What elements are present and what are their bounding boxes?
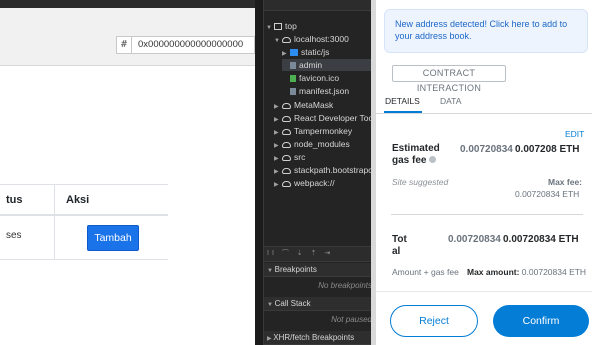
tree-item-stackpath[interactable]: ▶ stackpath.bootstrapc <box>274 164 372 176</box>
tree-item-favicon[interactable]: favicon.ico <box>282 72 339 84</box>
gas-fee-eth: 0.007208 ETH <box>515 144 580 155</box>
tree-item-react-devtools[interactable]: ▶ React Developer Tool <box>274 112 375 124</box>
reject-button[interactable]: Reject <box>390 305 478 337</box>
tree-item-label: MetaMask <box>294 100 334 110</box>
cloud-icon <box>282 129 291 135</box>
file-icon <box>290 62 296 69</box>
site-suggested-text: Site suggested <box>392 177 449 187</box>
tree-item-static-js[interactable]: ▶ static/js <box>282 46 329 58</box>
table-row: ses <box>0 216 168 260</box>
cloud-icon <box>282 142 291 148</box>
app-top-strip <box>0 0 255 8</box>
total-value: 0.00720834 <box>448 234 501 245</box>
column-header-status: tus <box>6 194 23 206</box>
max-fee-label: Max fee: <box>548 177 583 187</box>
cloud-icon <box>282 168 291 174</box>
tab-data[interactable]: DATA <box>440 96 461 106</box>
max-amount-value: 0.00720834 ETH <box>521 267 587 277</box>
file-icon <box>290 88 296 95</box>
total-eth: 0.00720834 ETH <box>503 234 579 245</box>
cloud-icon <box>282 103 291 109</box>
cloud-icon <box>282 155 291 161</box>
breakpoints-empty-text: No breakpoints <box>264 278 386 294</box>
tree-item-label: manifest.json <box>299 86 350 96</box>
info-icon[interactable] <box>429 156 437 163</box>
footer-divider <box>376 291 592 292</box>
tabs-divider <box>376 113 592 114</box>
xhr-breakpoints-section-header[interactable]: ▶ XHR/fetch Breakpoints <box>264 331 386 345</box>
max-amount: Max amount: 0.00720834 ETH <box>467 267 586 277</box>
section-title: Call Stack <box>274 299 311 308</box>
tree-item-localhost[interactable]: ▼ localhost:3000 <box>274 33 349 45</box>
tree-item-label: src <box>294 152 306 162</box>
tree-item-label: React Developer Tool <box>294 113 376 123</box>
table-header: tus Aksi <box>0 184 168 216</box>
tree-item-label: node_modules <box>294 139 350 149</box>
debugger-toolbar[interactable]: II ⌒ ⇣ ⇡ ⇥ <box>264 246 386 262</box>
total-label: Tot al <box>392 234 407 258</box>
gas-label-line1: Estimated <box>392 143 440 154</box>
tree-item-label: localhost:3000 <box>294 34 349 44</box>
folder-icon <box>290 49 298 56</box>
devtools-tab-strip <box>264 0 386 11</box>
frame-icon <box>274 23 282 30</box>
tree-item-src[interactable]: ▶ src <box>274 151 305 163</box>
file-icon <box>290 75 296 82</box>
tree-item-label: stackpath.bootstrapc <box>294 165 373 175</box>
section-title: XHR/fetch Breakpoints <box>273 333 355 342</box>
chevron-right-icon[interactable]: ▶ <box>274 179 282 191</box>
tree-item-node-modules[interactable]: ▶ node_modules <box>274 138 350 150</box>
tree-item-tampermonkey[interactable]: ▶ Tampermonkey <box>274 125 352 137</box>
call-stack-section-header[interactable]: ▼ Call Stack <box>264 297 386 311</box>
hash-prefix: # <box>116 36 132 54</box>
section-divider <box>391 214 583 215</box>
gas-label-line2: gas fee <box>392 155 427 166</box>
address-input[interactable]: 0x000000000000000000 <box>131 36 255 54</box>
estimated-gas-label: Estimated gas fee <box>392 143 440 167</box>
max-fee-value: 0.00720834 ETH <box>515 189 580 199</box>
add-button[interactable]: Tambah <box>87 225 139 251</box>
chevron-down-icon[interactable]: ▼ <box>274 35 282 47</box>
dapp-page: # 0x000000000000000000 tus Aksi ses Tamb… <box>0 0 255 345</box>
max-amount-label: Max amount: <box>467 267 520 277</box>
breakpoints-section-header[interactable]: ▼ Breakpoints <box>264 263 386 277</box>
amount-plus-gas-label: Amount + gas fee <box>392 267 459 277</box>
tree-item-top[interactable]: ▼ top <box>266 20 297 32</box>
contract-interaction-label: CONTRACT INTERACTION <box>392 65 506 93</box>
tree-item-label: top <box>285 21 297 31</box>
confirm-button[interactable]: Confirm <box>493 305 589 337</box>
call-stack-empty-text: Not paused <box>264 312 386 328</box>
column-header-action: Aksi <box>66 194 90 206</box>
gas-fee-value: 0.00720834 <box>460 144 513 155</box>
cloud-icon <box>282 181 291 187</box>
tree-item-label: admin <box>299 60 323 70</box>
edit-link[interactable]: EDIT <box>565 129 584 139</box>
status-cell: ses <box>6 230 22 241</box>
tab-details[interactable]: DETAILS <box>385 96 420 106</box>
cloud-icon <box>282 116 291 122</box>
section-title: Breakpoints <box>274 265 317 274</box>
tree-item-label: static/js <box>301 47 330 57</box>
metamask-confirm-popup: New address detected! Click here to add … <box>376 0 592 345</box>
total-label-line2: al <box>392 246 401 257</box>
total-label-line1: Tot <box>392 234 407 245</box>
devtools-gutter <box>255 0 264 345</box>
new-address-banner[interactable]: New address detected! Click here to add … <box>384 9 588 53</box>
tree-item-label: webpack:// <box>294 178 335 188</box>
tree-item-metamask[interactable]: ▶ MetaMask <box>274 99 333 111</box>
chevron-down-icon[interactable]: ▼ <box>266 22 274 34</box>
chevron-down-icon: ▼ <box>267 268 275 274</box>
tree-item-label: favicon.ico <box>299 73 340 83</box>
chevron-down-icon: ▼ <box>267 302 275 308</box>
devtools-panel: ▼ top ▼ localhost:3000 ▶ static/js admin fa… <box>255 0 386 345</box>
tree-item-label: Tampermonkey <box>294 126 353 136</box>
tree-item-manifest[interactable]: manifest.json <box>282 85 349 97</box>
tree-item-webpack[interactable]: ▶ webpack:// <box>274 177 335 189</box>
cloud-icon <box>282 37 291 43</box>
